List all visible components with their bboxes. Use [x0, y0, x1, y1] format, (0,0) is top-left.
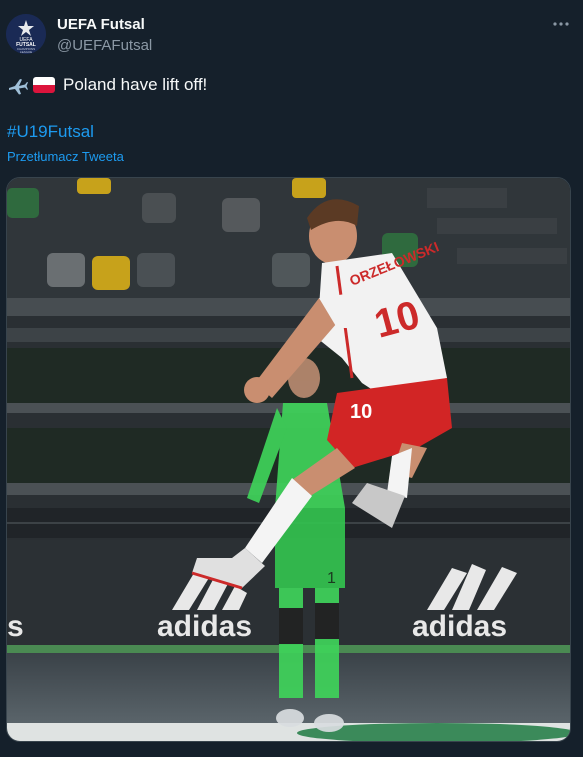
- svg-text:10: 10: [350, 401, 372, 423]
- translate-tweet-link[interactable]: Przetłumacz Tweeta: [7, 148, 124, 166]
- poland-flag-icon: [33, 77, 55, 93]
- svg-text:adidas: adidas: [157, 610, 252, 643]
- svg-text:s: s: [7, 610, 24, 643]
- more-horizontal-icon: [553, 22, 569, 26]
- tweet-photo[interactable]: adidas adidas s 1 ORZEŁOWSKI 10 10: [6, 177, 571, 742]
- author-handle[interactable]: @UEFAFutsal: [57, 36, 152, 56]
- hashtag-link[interactable]: #U19Futsal: [7, 121, 94, 143]
- more-options-button[interactable]: [551, 14, 571, 34]
- tweet-card: UEFA FUTSAL CHAMPIONS LEAGUE UEFA Futsal…: [0, 0, 583, 757]
- author-display-name[interactable]: UEFA Futsal: [57, 15, 152, 35]
- avatar[interactable]: UEFA FUTSAL CHAMPIONS LEAGUE: [6, 14, 46, 54]
- svg-text:adidas: adidas: [412, 610, 507, 643]
- author-block: UEFA Futsal @UEFAFutsal: [57, 15, 152, 56]
- tweet-body: Poland have lift off!: [63, 75, 208, 94]
- svg-text:LEAGUE: LEAGUE: [20, 50, 32, 54]
- uefa-futsal-logo: UEFA FUTSAL CHAMPIONS LEAGUE: [6, 14, 46, 54]
- futsal-celebration-photo: adidas adidas s 1 ORZEŁOWSKI 10 10: [7, 178, 570, 741]
- tweet-text: Poland have lift off!: [7, 74, 207, 96]
- svg-text:1: 1: [327, 570, 336, 587]
- airplane-icon: [9, 79, 28, 95]
